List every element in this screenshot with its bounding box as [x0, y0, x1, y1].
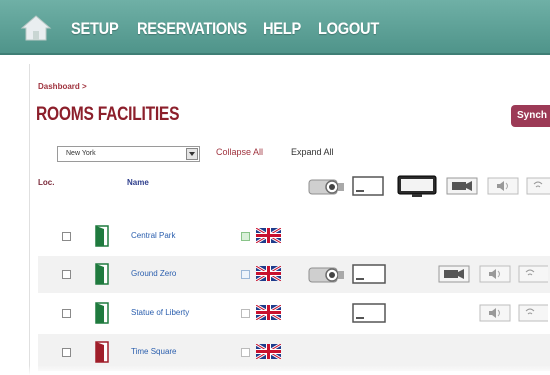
uk-flag-icon: [255, 303, 282, 322]
location-select-value: New York: [66, 150, 96, 157]
speaker-icon: [479, 301, 511, 330]
language-checkbox[interactable]: [241, 309, 250, 318]
display-icon: [352, 262, 386, 291]
camera-icon[interactable]: [446, 174, 478, 203]
row-select-checkbox[interactable]: [62, 270, 71, 279]
display-icon[interactable]: [352, 174, 384, 203]
camera-icon: [438, 262, 470, 291]
table-row[interactable]: Central Park: [38, 218, 550, 255]
row-select-checkbox[interactable]: [62, 232, 71, 241]
room-name-link[interactable]: Central Park: [131, 231, 175, 240]
location-select[interactable]: New York: [57, 146, 200, 162]
wifi-icon: [518, 262, 550, 291]
wifi-icon[interactable]: [526, 174, 550, 203]
room-name-link[interactable]: Ground Zero: [131, 269, 176, 278]
uk-flag-icon: [255, 264, 282, 283]
collapse-all-link[interactable]: Collapse All: [216, 147, 263, 157]
speaker-icon: [479, 262, 511, 291]
uk-flag-icon: [255, 226, 282, 245]
uk-flag-icon: [255, 342, 282, 361]
wifi-icon: [518, 301, 550, 330]
bottom-fade: [0, 365, 550, 375]
door-icon: [95, 302, 109, 329]
chevron-down-icon[interactable]: [186, 148, 198, 160]
column-header-loc: Loc.: [38, 178, 55, 187]
display-icon: [352, 301, 386, 330]
expand-all-link[interactable]: Expand All: [291, 147, 334, 157]
row-select-checkbox[interactable]: [62, 309, 71, 318]
door-icon: [95, 225, 109, 252]
room-name-link[interactable]: Statue of Liberty: [131, 308, 189, 317]
row-select-checkbox[interactable]: [62, 348, 71, 357]
language-checkbox[interactable]: [241, 348, 250, 357]
room-name-link[interactable]: Time Square: [131, 347, 177, 356]
projector-icon[interactable]: [308, 174, 346, 203]
home-icon[interactable]: [20, 14, 52, 42]
speaker-icon[interactable]: [487, 174, 519, 203]
table-row[interactable]: Ground Zero: [38, 256, 550, 293]
nav-help[interactable]: HELP: [263, 19, 301, 39]
door-icon: [95, 341, 109, 368]
nav-reservations[interactable]: RESERVATIONS: [137, 19, 247, 39]
language-checkbox[interactable]: [241, 270, 250, 279]
column-header-name[interactable]: Name: [127, 178, 149, 187]
projector-icon: [308, 262, 346, 291]
top-nav-bar: SETUP RESERVATIONS HELP LOGOUT: [0, 0, 550, 55]
table-row[interactable]: Statue of Liberty: [38, 295, 550, 332]
sync-button[interactable]: Synch: [511, 105, 550, 127]
door-icon: [95, 263, 109, 290]
page-title: ROOMS FACILITIES: [36, 104, 180, 125]
monitor-icon[interactable]: [397, 174, 437, 203]
nav-setup[interactable]: SETUP: [71, 19, 119, 39]
nav-logout[interactable]: LOGOUT: [318, 19, 379, 39]
language-checkbox[interactable]: [241, 232, 250, 241]
breadcrumb[interactable]: Dashboard >: [38, 82, 87, 91]
